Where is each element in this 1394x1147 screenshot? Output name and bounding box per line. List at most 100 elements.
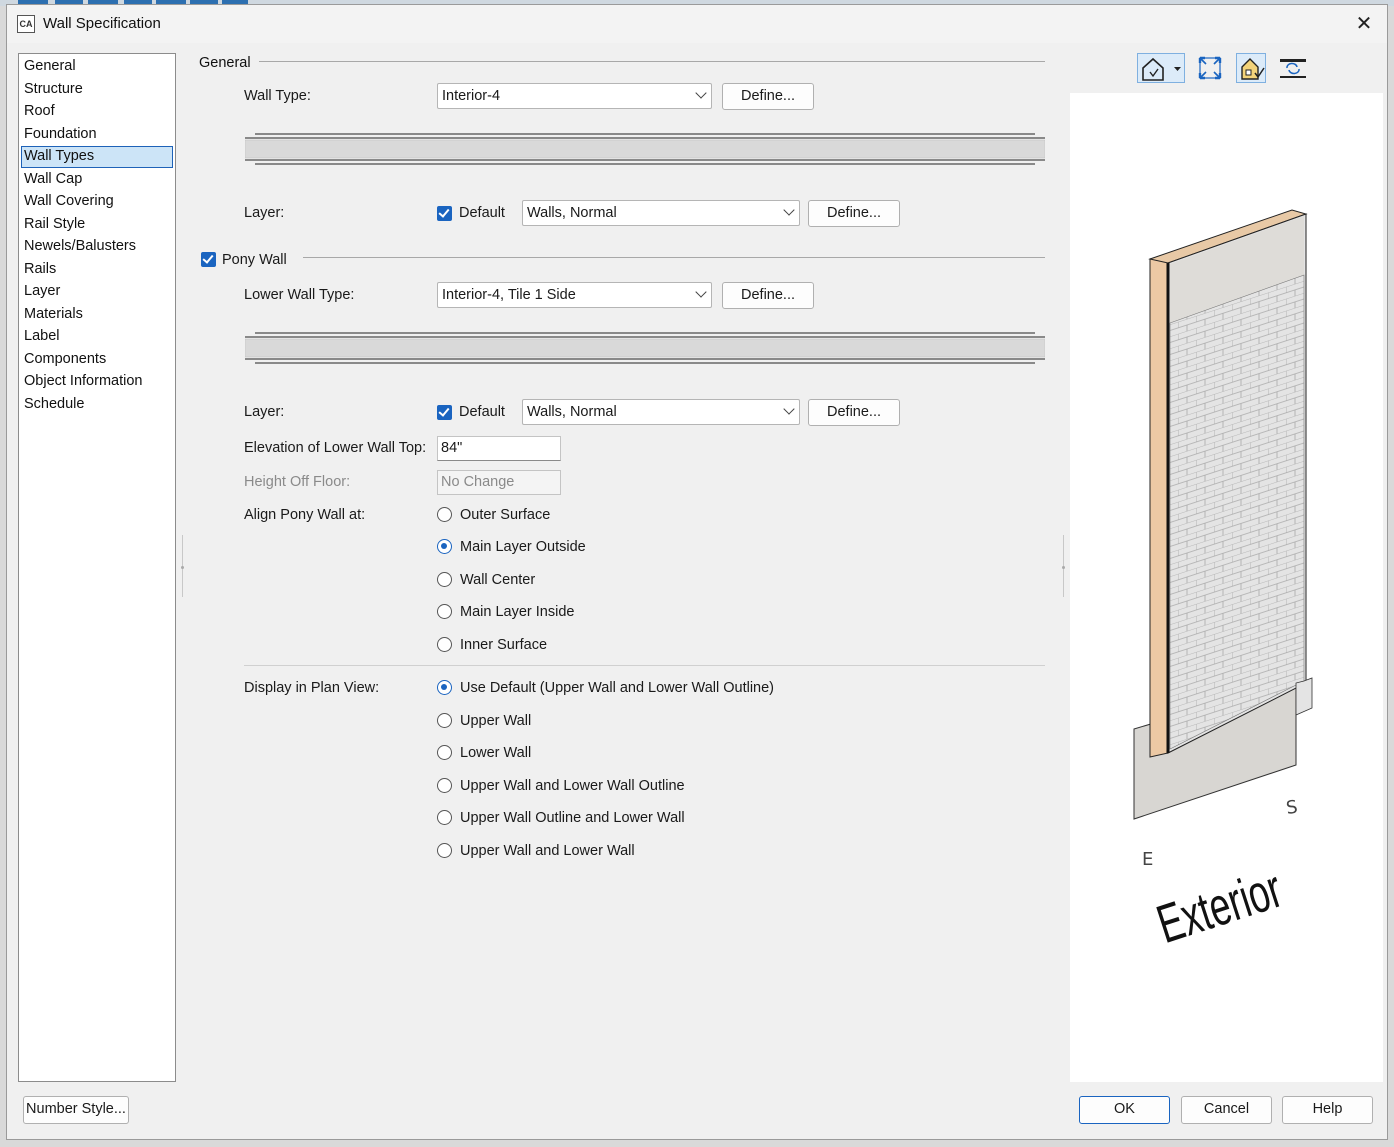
- wall-specification-dialog: CA Wall Specification ✕ General Structur…: [6, 4, 1388, 1140]
- nav-item-newels-balusters[interactable]: Newels/Balusters: [21, 236, 173, 258]
- pony-section-rule: [303, 257, 1045, 258]
- radio-button[interactable]: [437, 572, 452, 587]
- number-style-button[interactable]: Number Style...: [23, 1096, 129, 1124]
- nav-item-wall-covering[interactable]: Wall Covering: [21, 191, 173, 213]
- cancel-button[interactable]: Cancel: [1181, 1096, 1272, 1124]
- radio-button[interactable]: [437, 810, 452, 825]
- elevation-input[interactable]: 84": [437, 436, 561, 461]
- radio-label: Upper Wall and Lower Wall Outline: [460, 778, 685, 794]
- nav-item-foundation[interactable]: Foundation: [21, 124, 173, 146]
- layer-value: Walls, Normal: [527, 205, 617, 221]
- lower-layer-label: Layer:: [244, 404, 285, 420]
- radio-button-selected[interactable]: [437, 680, 452, 695]
- dialog-title: Wall Specification: [43, 15, 161, 32]
- wall-3d-render: S E Exterior: [1133, 209, 1313, 955]
- ok-button[interactable]: OK: [1079, 1096, 1170, 1124]
- radio-label: Outer Surface: [460, 507, 551, 523]
- lower-layer-default-label: Default: [459, 404, 505, 420]
- app-logo-icon: CA: [17, 15, 35, 33]
- lower-wall-type-define-button[interactable]: Define...: [722, 282, 814, 309]
- plan-view-upper-wall-option[interactable]: Upper Wall: [437, 712, 637, 734]
- nav-item-roof[interactable]: Roof: [21, 101, 173, 123]
- radio-label: Wall Center: [460, 572, 536, 588]
- nav-item-label[interactable]: Label: [21, 326, 173, 348]
- nav-item-schedule[interactable]: Schedule: [21, 394, 173, 416]
- wall-tile-area: [1169, 274, 1305, 750]
- camera-view-icon: [1142, 57, 1181, 81]
- nav-item-structure[interactable]: Structure: [21, 79, 173, 101]
- radio-button[interactable]: [437, 604, 452, 619]
- wall-type-graphic: [245, 133, 1045, 165]
- radio-label: Use Default (Upper Wall and Lower Wall O…: [460, 680, 775, 696]
- nav-item-layer[interactable]: Layer: [21, 281, 173, 303]
- elevation-label: Elevation of Lower Wall Top:: [244, 440, 427, 456]
- radio-button[interactable]: [437, 713, 452, 728]
- layer-label: Layer:: [244, 205, 285, 221]
- align-outer-surface-option[interactable]: Outer Surface: [437, 506, 637, 528]
- plan-view-upper-lower-outline-option[interactable]: Upper Wall and Lower Wall Outline: [437, 777, 717, 799]
- radio-button[interactable]: [437, 745, 452, 760]
- lower-wall-type-dropdown[interactable]: Interior-4, Tile 1 Side: [437, 282, 712, 308]
- radio-button[interactable]: [437, 843, 452, 858]
- layer-icon: [1280, 59, 1306, 78]
- wall-type-define-button[interactable]: Define...: [722, 83, 814, 110]
- nav-item-object-information[interactable]: Object Information: [21, 371, 173, 393]
- radio-label: Inner Surface: [460, 637, 548, 653]
- lower-wall-type-label: Lower Wall Type:: [244, 287, 355, 303]
- align-main-layer-outside-option[interactable]: Main Layer Outside: [437, 538, 657, 560]
- layer-toggle-button[interactable]: [1278, 53, 1308, 83]
- nav-item-rails[interactable]: Rails: [21, 259, 173, 281]
- layer-dropdown[interactable]: Walls, Normal: [522, 200, 800, 226]
- nav-item-materials[interactable]: Materials: [21, 304, 173, 326]
- plan-view-upper-and-lower-option[interactable]: Upper Wall and Lower Wall: [437, 842, 677, 864]
- right-splitter-grip: [1062, 566, 1065, 569]
- lower-wall-type-graphic: [245, 332, 1045, 364]
- left-splitter-grip: [181, 566, 184, 569]
- nav-item-wall-cap[interactable]: Wall Cap: [21, 169, 173, 191]
- layer-define-button[interactable]: Define...: [808, 200, 900, 227]
- material-view-button[interactable]: [1236, 53, 1266, 83]
- lower-wall-type-value: Interior-4, Tile 1 Side: [442, 287, 576, 303]
- wall-3d-preview[interactable]: S E Exterior: [1070, 93, 1383, 1082]
- category-list[interactable]: General Structure Roof Foundation Wall T…: [18, 53, 176, 1082]
- lower-layer-define-button[interactable]: Define...: [808, 399, 900, 426]
- radio-label: Upper Wall: [460, 713, 532, 729]
- nav-item-wall-types[interactable]: Wall Types: [21, 146, 173, 168]
- general-section-title: General: [199, 55, 251, 71]
- help-button[interactable]: Help: [1282, 1096, 1373, 1124]
- radio-button[interactable]: [437, 637, 452, 652]
- radio-button[interactable]: [437, 778, 452, 793]
- direction-e-label: E: [1142, 849, 1153, 870]
- radio-button-selected[interactable]: [437, 539, 452, 554]
- camera-view-button[interactable]: [1137, 53, 1185, 83]
- nav-item-general[interactable]: General: [21, 56, 173, 78]
- pony-wall-checkbox[interactable]: [201, 252, 216, 267]
- lower-layer-default-checkbox[interactable]: [437, 405, 452, 420]
- lower-layer-dropdown[interactable]: Walls, Normal: [522, 399, 800, 425]
- layer-default-checkbox[interactable]: [437, 206, 452, 221]
- fill-window-button[interactable]: [1195, 53, 1225, 83]
- align-pony-wall-label: Align Pony Wall at:: [244, 507, 366, 523]
- align-inner-surface-option[interactable]: Inner Surface: [437, 636, 637, 658]
- plan-view-upper-outline-lower-option[interactable]: Upper Wall Outline and Lower Wall: [437, 809, 717, 831]
- direction-s-label: S: [1285, 797, 1299, 819]
- nav-item-rail-style[interactable]: Rail Style: [21, 214, 173, 236]
- close-icon: ✕: [1355, 13, 1373, 35]
- nav-item-components[interactable]: Components: [21, 349, 173, 371]
- wall-type-dropdown[interactable]: Interior-4: [437, 83, 712, 109]
- align-wall-center-option[interactable]: Wall Center: [437, 571, 637, 593]
- align-main-layer-inside-option[interactable]: Main Layer Inside: [437, 603, 637, 625]
- plan-view-lower-wall-option[interactable]: Lower Wall: [437, 744, 637, 766]
- fill-window-icon: [1198, 56, 1222, 80]
- plan-view-separator: [244, 665, 1045, 666]
- radio-button[interactable]: [437, 507, 452, 522]
- chevron-down-icon: [783, 204, 795, 216]
- chevron-down-icon: [783, 403, 795, 415]
- radio-label: Main Layer Outside: [460, 539, 586, 555]
- radio-label: Main Layer Inside: [460, 604, 575, 620]
- plan-view-default-option[interactable]: Use Default (Upper Wall and Lower Wall O…: [437, 679, 817, 701]
- general-section-rule: [259, 61, 1045, 62]
- dropdown-arrow-icon: [1174, 67, 1181, 71]
- wall-core-layer: [245, 139, 1045, 159]
- close-button[interactable]: ✕: [1351, 11, 1377, 37]
